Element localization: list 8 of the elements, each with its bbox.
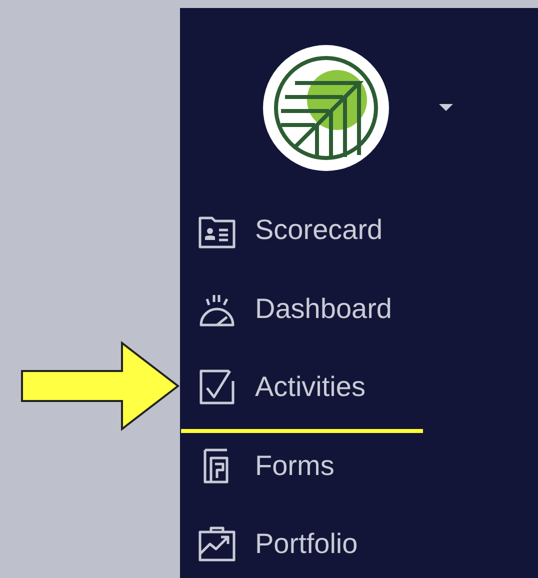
menu-item[interactable]: Dashboard [255,288,392,330]
menu-item[interactable]: Portfolio [255,523,358,566]
menu-item[interactable]: Scorecard [255,209,383,252]
briefcase-chart-icon[interactable] [197,524,237,564]
menu-item[interactable]: Activities [255,366,366,408]
checkbox-icon[interactable] [197,367,237,408]
menu-item[interactable]: Forms [255,444,334,487]
caret-icon[interactable] [439,104,453,111]
